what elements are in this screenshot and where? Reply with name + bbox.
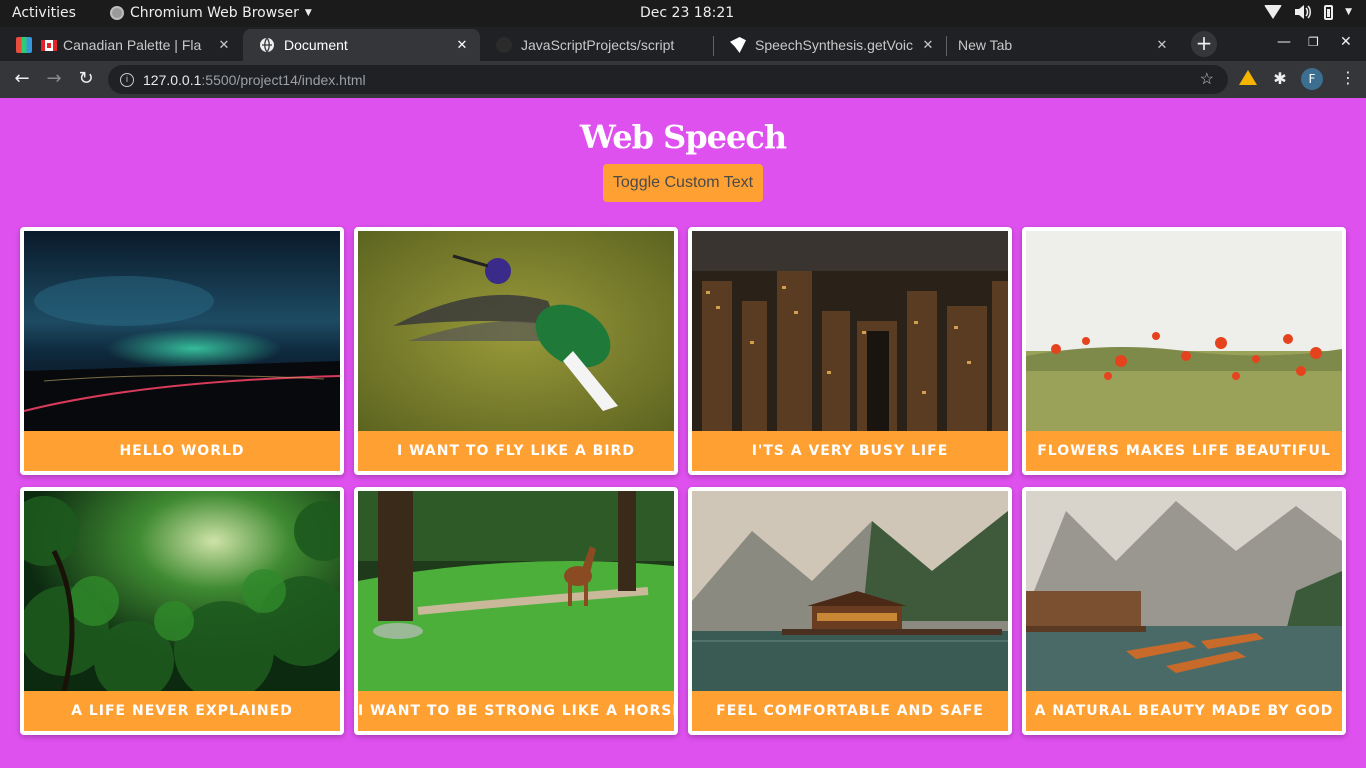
hummingbird-image — [358, 231, 674, 431]
card-caption: Hello World — [24, 431, 340, 471]
close-tab-icon[interactable]: ✕ — [214, 38, 234, 53]
app-menu[interactable]: Chromium Web Browser ▼ — [110, 5, 312, 21]
horse-in-meadow-image — [358, 491, 674, 691]
close-window-icon[interactable]: ✕ — [1340, 34, 1352, 50]
speech-card-grid: Hello World I Want To Fly Like A Bird — [20, 227, 1346, 735]
speech-card[interactable]: A Life Never Explained — [20, 487, 344, 735]
city-at-night-image — [692, 231, 1008, 431]
canada-flag-icon — [41, 39, 57, 51]
speech-card[interactable]: Hello World — [20, 227, 344, 475]
globe-icon — [259, 37, 275, 53]
app-menu-label: Chromium Web Browser — [130, 5, 299, 21]
profile-avatar[interactable]: F — [1301, 68, 1323, 90]
battery-icon — [1324, 4, 1334, 20]
bookmark-star-icon[interactable]: ☆ — [1200, 69, 1214, 89]
speech-card[interactable]: I'ts A Very Busy Life — [688, 227, 1012, 475]
toggle-custom-text-button[interactable]: Toggle Custom Text — [603, 164, 763, 202]
card-caption: A Life Never Explained — [24, 691, 340, 731]
browser-toolbar: ← → ↻ i 127.0.0.1:5500/project14/index.h… — [0, 61, 1366, 98]
tab-title: Canadian Palette | Fla — [63, 37, 202, 53]
back-arrow-icon[interactable]: ← — [10, 67, 34, 91]
mdn-icon — [730, 37, 746, 53]
power-menu-icon: ▼ — [1345, 7, 1352, 17]
restore-icon[interactable]: ❐ — [1308, 35, 1319, 49]
speech-card[interactable]: I Want To Fly Like A Bird — [354, 227, 678, 475]
github-icon — [496, 37, 512, 53]
page-viewport: Web Speech Toggle Custom Text He — [0, 98, 1366, 768]
clock[interactable]: Dec 23 18:21 — [640, 5, 734, 21]
card-caption: Flowers Makes Life Beautiful — [1026, 431, 1342, 471]
night-sky-landscape-image — [24, 231, 340, 431]
speech-card[interactable]: A Natural Beauty Made By God — [1022, 487, 1346, 735]
tab-mdn-speechsynthesis[interactable]: SpeechSynthesis.getVoic ✕ — [714, 29, 946, 61]
page-title: Web Speech — [579, 118, 787, 156]
tab-strip: Canadian Palette | Fla ✕ Document ✕ Java… — [0, 27, 1366, 61]
flatuicolors-favicon-icon — [16, 37, 32, 53]
system-top-bar: Activities Chromium Web Browser ▼ Dec 23… — [0, 0, 1366, 27]
card-caption: I Want To Fly Like A Bird — [358, 431, 674, 471]
card-caption: I'ts A Very Busy Life — [692, 431, 1008, 471]
card-caption: Feel Comfortable And Safe — [692, 691, 1008, 731]
speech-card[interactable]: Flowers Makes Life Beautiful — [1022, 227, 1346, 475]
google-drive-extension-icon[interactable] — [1239, 70, 1257, 88]
close-tab-icon[interactable]: ✕ — [1152, 38, 1172, 53]
tab-document[interactable]: Document ✕ — [243, 29, 480, 61]
tab-new-tab[interactable]: New Tab ✕ — [947, 29, 1180, 61]
tab-title: JavaScriptProjects/script — [521, 37, 675, 53]
minimize-icon[interactable]: — — [1277, 34, 1291, 50]
tab-title: Document — [284, 37, 348, 53]
rainforest-image — [24, 491, 340, 691]
system-tray[interactable]: ▼ — [1264, 4, 1352, 20]
activities-button[interactable]: Activities — [12, 5, 76, 21]
tab-title: SpeechSynthesis.getVoic — [755, 37, 913, 53]
address-bar[interactable]: i 127.0.0.1:5500/project14/index.html ☆ — [108, 65, 1228, 94]
url-path: :5500/project14/index.html — [201, 71, 366, 88]
more-menu-icon[interactable]: ⋮ — [1340, 68, 1356, 87]
extensions-puzzle-icon[interactable]: ✱ — [1271, 70, 1289, 88]
chromium-icon — [110, 6, 124, 20]
lake-boats-mountains-image — [1026, 491, 1342, 691]
poppy-field-image — [1026, 231, 1342, 431]
new-tab-button[interactable]: + — [1191, 31, 1217, 57]
tab-title: New Tab — [958, 37, 1013, 53]
reload-icon[interactable]: ↻ — [74, 67, 98, 91]
volume-icon — [1294, 4, 1312, 20]
caret-down-icon: ▼ — [304, 8, 312, 18]
close-tab-icon[interactable]: ✕ — [452, 38, 472, 53]
site-info-icon[interactable]: i — [120, 72, 134, 87]
tab-github-script[interactable]: JavaScriptProjects/script — [480, 29, 713, 61]
card-caption: A Natural Beauty Made By God — [1026, 691, 1342, 731]
speech-card[interactable]: I Want To Be Strong Like A Horse — [354, 487, 678, 735]
lake-cabin-mountains-image — [692, 491, 1008, 691]
forward-arrow-icon[interactable]: → — [42, 67, 66, 91]
url-host: 127.0.0.1 — [143, 71, 202, 88]
wifi-icon — [1264, 4, 1283, 20]
speech-card[interactable]: Feel Comfortable And Safe — [688, 487, 1012, 735]
close-tab-icon[interactable]: ✕ — [918, 38, 938, 53]
card-caption: I Want To Be Strong Like A Horse — [358, 691, 674, 731]
tab-canadian-palette[interactable]: Canadian Palette | Fla ✕ — [0, 29, 242, 61]
